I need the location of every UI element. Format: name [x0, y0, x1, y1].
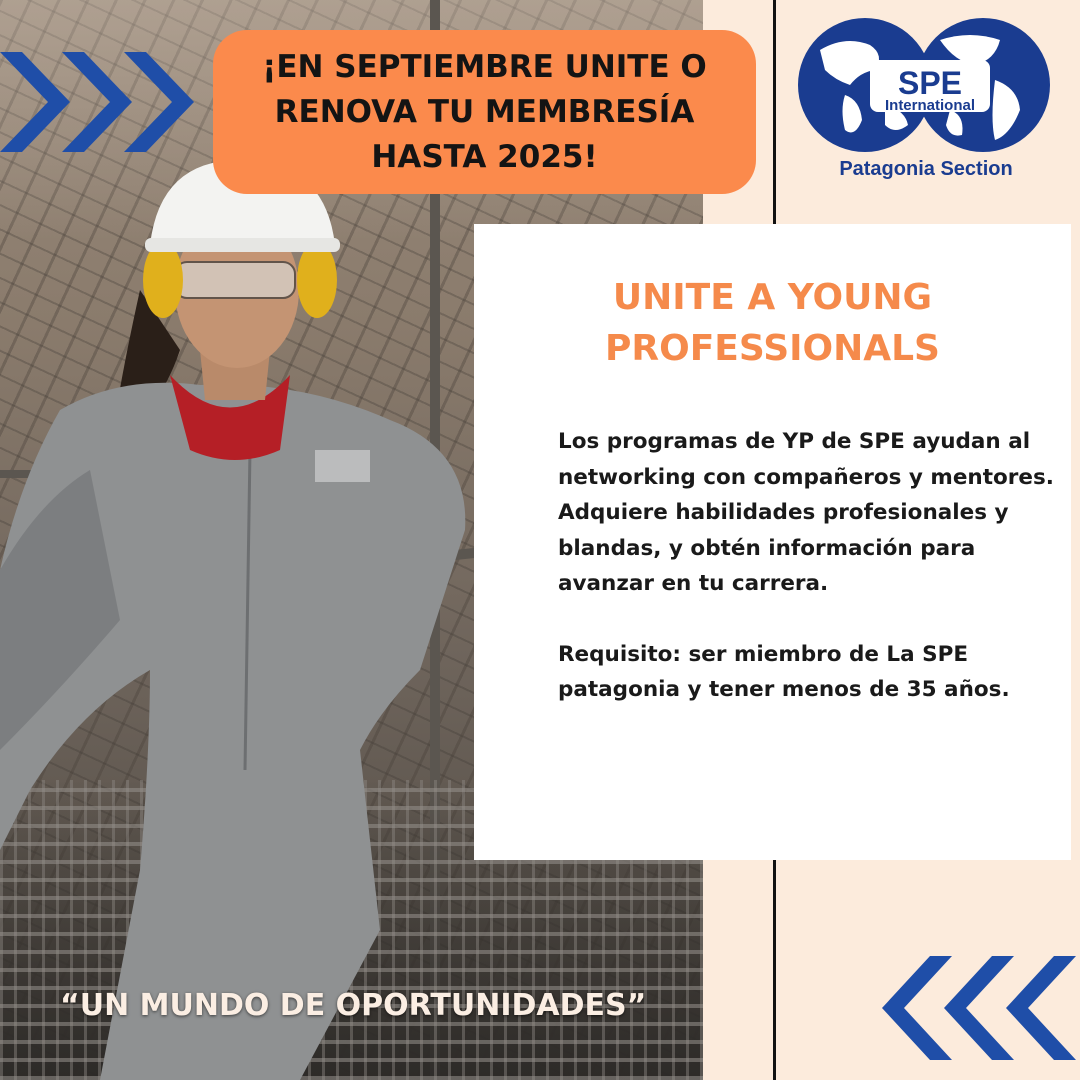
headline-banner: ¡EN SEPTIEMBRE UNITE O RENOVA TU MEMBRES… [213, 30, 756, 194]
logo-brand: SPE [898, 65, 962, 101]
logo-caption: Patagonia Section [839, 158, 1013, 180]
card-title: UNITE A YOUNG PROFESSIONALS [605, 277, 940, 369]
slogan: “UN MUNDO DE OPORTUNIDADES” [60, 988, 647, 1023]
chevrons-right-icon [0, 52, 194, 152]
logo-sub: International [885, 97, 975, 114]
card-paragraph-2: Requisito: ser miembro de La SPE patagon… [558, 641, 1010, 703]
worker-figure [0, 160, 466, 1080]
content-card: UNITE A YOUNG PROFESSIONALS Los programa… [474, 224, 1071, 860]
headline-text: ¡EN SEPTIEMBRE UNITE O RENOVA TU MEMBRES… [262, 48, 707, 175]
card-paragraph-1: Los programas de YP de SPE ayudan al net… [558, 429, 1054, 596]
card-body: Los programas de YP de SPE ayudan al net… [558, 424, 1058, 708]
chevrons-left-icon [882, 956, 1076, 1060]
